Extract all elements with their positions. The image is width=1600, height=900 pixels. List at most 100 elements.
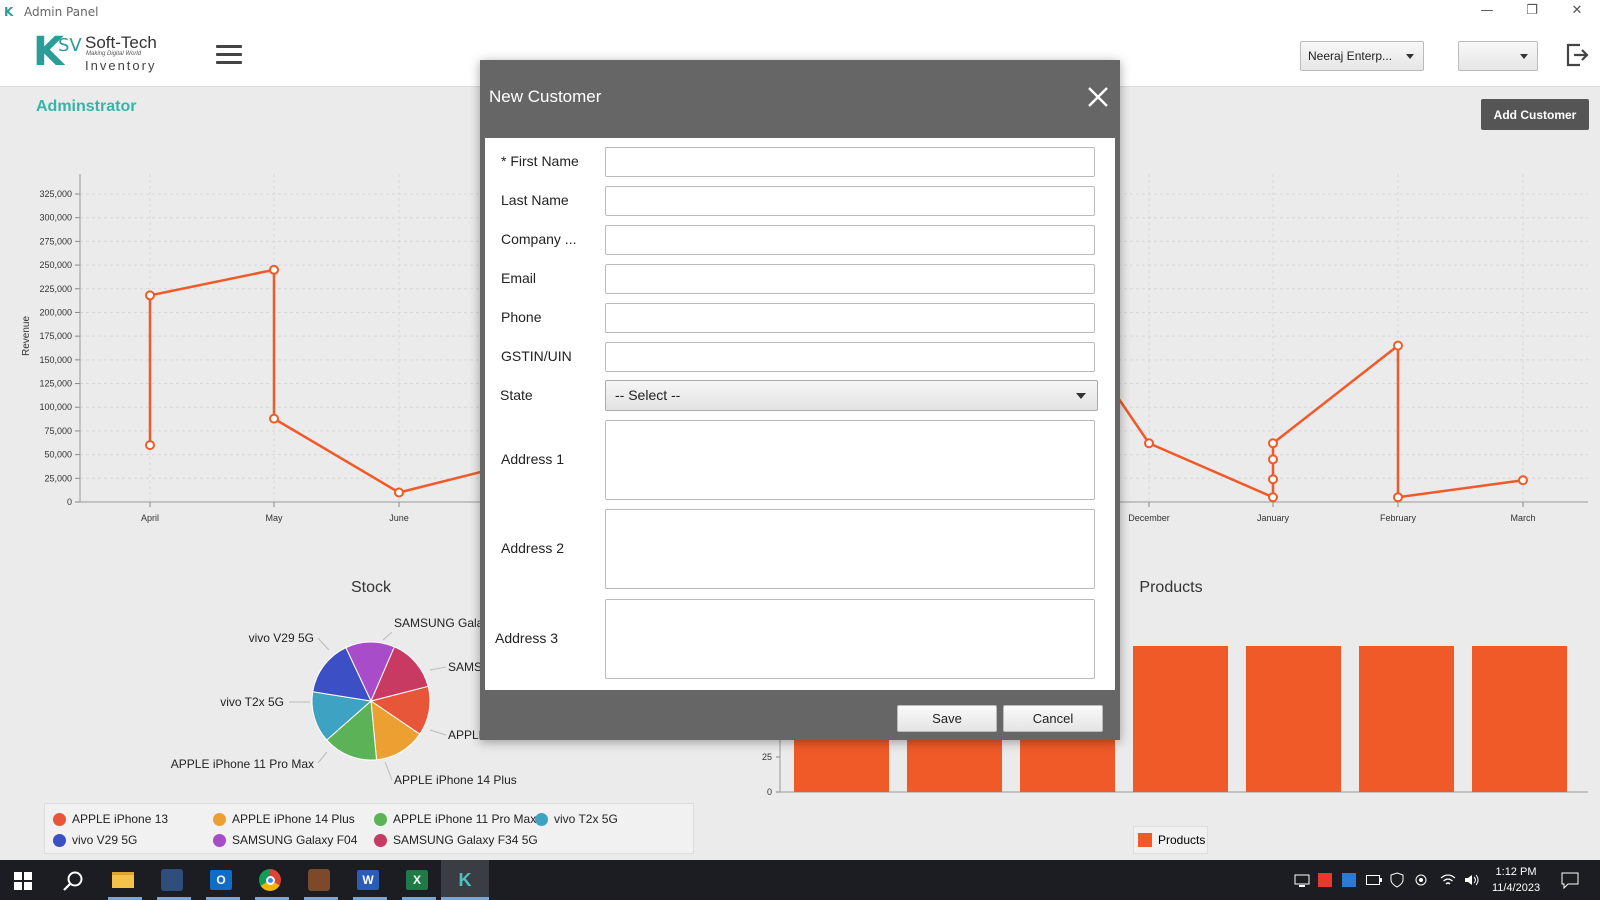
state-label: State (500, 387, 533, 403)
notification-icon[interactable] (1561, 872, 1579, 889)
revenue-line-right (1116, 343, 1524, 500)
address1-field[interactable] (605, 420, 1095, 500)
phone-label: Phone (501, 309, 542, 325)
save-button[interactable]: Save (897, 705, 997, 732)
revenue-point (145, 440, 155, 451)
address3-label: Address 3 (495, 630, 559, 646)
product-bar (1246, 646, 1341, 792)
pie-label-leader (382, 631, 393, 641)
windows-start-icon[interactable] (14, 872, 32, 890)
revenue-line-left (148, 268, 483, 494)
anydesk-tray-icon[interactable] (1318, 873, 1332, 887)
sql-tool-icon[interactable] (157, 865, 187, 895)
legend-dot (213, 812, 226, 826)
windows-taskbar: O W X K 1:12 PM 11/4/2023 (0, 860, 1600, 900)
pie-label-leader (317, 637, 330, 651)
pie-label: SAMS (448, 660, 482, 674)
file-explorer-icon[interactable] (108, 865, 138, 895)
outlook-icon[interactable]: O (206, 865, 236, 895)
search-icon[interactable] (62, 870, 84, 892)
pie-label-leader (429, 666, 447, 671)
x-tick-label: March (1510, 513, 1535, 523)
y-tick-label: 75,000 (44, 426, 72, 436)
y-tick-label: 125,000 (39, 379, 72, 389)
y-tick-label: 25,000 (44, 473, 72, 483)
legend-item: SAMSUNG Galaxy F34 5G (374, 833, 538, 847)
volume-icon[interactable] (1464, 873, 1480, 887)
excel-icon[interactable]: X (402, 865, 432, 895)
ksv-app-icon[interactable]: K (450, 865, 480, 895)
pie-label-leader (384, 761, 393, 781)
legend-dot (53, 812, 66, 826)
revenue-point (1393, 340, 1403, 351)
first-name-field[interactable] (605, 147, 1095, 177)
camera-icon[interactable] (1414, 873, 1430, 887)
revenue-point (1268, 438, 1278, 449)
first-name-label: * First Name (501, 153, 579, 169)
pie-label-leader (429, 729, 447, 736)
y-tick-label: 225,000 (39, 284, 72, 294)
security-shield-icon[interactable] (1390, 872, 1404, 888)
chrome-icon[interactable] (255, 865, 285, 895)
last-name-label: Last Name (501, 192, 569, 208)
game-app-icon[interactable] (304, 865, 334, 895)
y-tick-label: 200,000 (39, 307, 72, 317)
revenue-point (269, 264, 279, 275)
x-tick-label: December (1128, 513, 1170, 523)
revenue-point (145, 290, 155, 301)
email-field[interactable] (605, 264, 1095, 294)
close-icon[interactable] (1086, 85, 1110, 109)
pie-label-leader (317, 751, 328, 764)
revenue-point (1144, 438, 1154, 449)
battery-icon[interactable] (1366, 875, 1382, 885)
pie-label: vivo T2x 5G (220, 695, 284, 709)
company-field[interactable] (605, 225, 1095, 255)
y-tick-label: 300,000 (39, 213, 72, 223)
y-tick-label: 0 (67, 497, 72, 507)
legend-dot (53, 833, 66, 847)
y-tick-label: 25 (762, 752, 772, 762)
word-icon[interactable]: W (353, 865, 383, 895)
revenue-axis-label: Revenue (21, 316, 32, 356)
revenue-point (1268, 492, 1278, 503)
stock-legend: APPLE iPhone 13 APPLE iPhone 14 Plus APP… (44, 803, 694, 854)
legend-item: APPLE iPhone 11 Pro Max (374, 812, 536, 826)
new-customer-dialog: New Customer * First Name Last Name Comp… (480, 60, 1120, 740)
cancel-button[interactable]: Cancel (1003, 705, 1103, 732)
revenue-point (1268, 454, 1278, 465)
revenue-point (269, 413, 279, 424)
y-tick-label: 0 (767, 787, 772, 797)
dialog-title: New Customer (489, 87, 602, 106)
y-tick-label: 250,000 (39, 260, 72, 270)
address1-label: Address 1 (501, 451, 565, 467)
y-tick-label: 100,000 (39, 402, 72, 412)
address2-field[interactable] (605, 509, 1095, 589)
legend-item: SAMSUNG Galaxy F04 (213, 833, 357, 847)
wifi-icon[interactable] (1440, 873, 1456, 887)
x-tick-label: June (389, 513, 409, 523)
address3-field[interactable] (605, 599, 1095, 679)
y-tick-label: 275,000 (39, 236, 72, 246)
state-select[interactable]: -- Select -- (605, 380, 1098, 411)
gstin-label: GSTIN/UIN (501, 348, 572, 364)
stock-chart-title: Stock (351, 579, 392, 596)
network-display-icon[interactable] (1294, 874, 1310, 888)
revenue-point (1268, 474, 1278, 485)
revenue-point (1518, 475, 1528, 486)
y-tick-label: 325,000 (39, 189, 72, 199)
phone-field[interactable] (605, 303, 1095, 333)
x-tick-label: January (1257, 513, 1290, 523)
legend-dot (374, 833, 387, 847)
legend-item: vivo T2x 5G (535, 812, 618, 826)
gstin-field[interactable] (605, 342, 1095, 372)
legend-swatch (1138, 833, 1152, 847)
word-tray-icon[interactable] (1342, 873, 1356, 887)
system-clock[interactable]: 1:12 PM 11/4/2023 (1486, 864, 1546, 896)
products-chart-title: Products (1139, 579, 1202, 596)
y-tick-label: 150,000 (39, 355, 72, 365)
legend-item: APPLE iPhone 13 (53, 812, 168, 826)
legend-item: APPLE iPhone 14 Plus (213, 812, 355, 826)
dialog-form: * First Name Last Name Company ... Email… (485, 138, 1115, 690)
last-name-field[interactable] (605, 186, 1095, 216)
email-label: Email (501, 270, 537, 286)
